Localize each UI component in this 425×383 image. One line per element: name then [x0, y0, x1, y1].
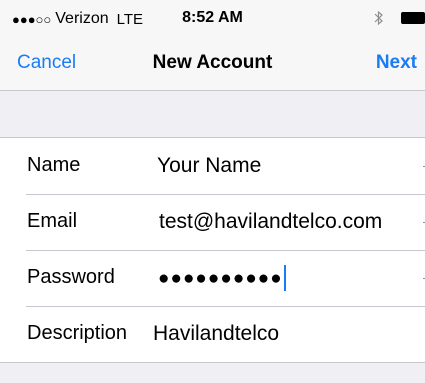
- password-label: Password: [27, 266, 115, 288]
- account-form: Name Email Password ●●●●●●●●●● Descripti…: [0, 137, 425, 363]
- battery-icon: [401, 12, 425, 24]
- status-bar: ●●●○○ Verizon LTE 8:52 AM: [0, 0, 425, 38]
- email-label: Email: [27, 210, 78, 232]
- name-field[interactable]: [157, 138, 425, 194]
- navigation-bar: Cancel New Account Next: [0, 38, 425, 91]
- text-cursor: [283, 265, 286, 291]
- name-row: Name: [0, 138, 425, 194]
- status-time: 8:52 AM: [182, 9, 243, 26]
- next-button[interactable]: Next: [376, 52, 417, 74]
- status-right: [373, 10, 425, 26]
- name-label: Name: [27, 154, 81, 176]
- description-label: Description: [27, 322, 128, 344]
- page-title: New Account: [152, 52, 273, 73]
- password-row: Password ●●●●●●●●●●: [0, 250, 425, 306]
- password-masked-value: ●●●●●●●●●●: [158, 267, 283, 289]
- email-field[interactable]: [159, 194, 425, 250]
- password-field[interactable]: ●●●●●●●●●●: [158, 250, 286, 306]
- description-row: Description: [0, 306, 425, 362]
- bluetooth-icon: [374, 10, 383, 26]
- description-field[interactable]: [153, 306, 425, 362]
- email-row: Email: [0, 194, 425, 250]
